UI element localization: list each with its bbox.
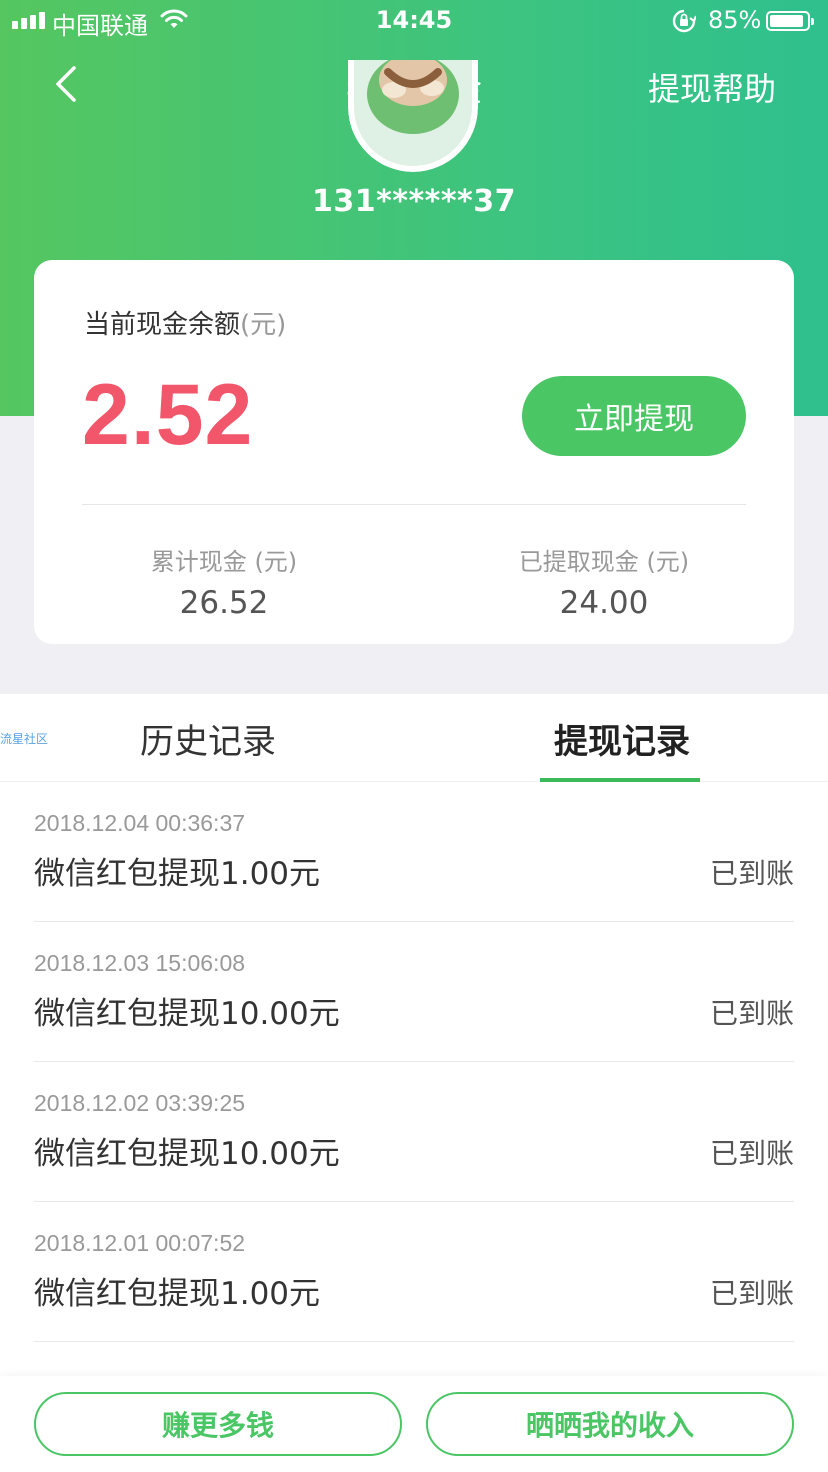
- withdraw-record-list[interactable]: 2018.12.04 00:36:37 微信红包提现1.00元 已到账 2018…: [0, 782, 828, 1382]
- status-bar: 中国联通 14:45 85%: [0, 0, 828, 42]
- total-cash-stat: 累计现金 (元) 26.52: [74, 542, 374, 621]
- list-item[interactable]: 2018.12.03 15:06:08 微信红包提现10.00元 已到账: [34, 922, 794, 1062]
- balance-card: 当前现金余额(元) 2.52 立即提现 累计现金 (元) 26.52 已提取现金…: [34, 260, 794, 644]
- earn-more-button[interactable]: 赚更多钱: [34, 1392, 402, 1456]
- record-title: 微信红包提现10.00元: [34, 1136, 340, 1172]
- withdrawn-cash-stat: 已提取现金 (元) 24.00: [454, 542, 754, 621]
- balance-label-text: 当前现金余额: [84, 310, 241, 340]
- record-status: 已到账: [709, 857, 794, 890]
- withdraw-help-link[interactable]: 提现帮助: [648, 64, 776, 110]
- watermark: 流星社区: [0, 732, 49, 746]
- withdrawn-cash-label: 已提取现金 (元): [518, 548, 690, 576]
- record-title: 微信红包提现1.00元: [34, 856, 321, 892]
- balance-unit: (元): [240, 310, 287, 340]
- record-date: 2018.12.02 03:39:25: [34, 1090, 246, 1116]
- status-time: 14:45: [375, 6, 453, 34]
- tab-history[interactable]: 历史记录: [140, 714, 276, 763]
- share-income-button[interactable]: 晒晒我的收入: [426, 1392, 794, 1456]
- list-item[interactable]: 2018.12.01 00:07:52 微信红包提现1.00元 已到账: [34, 1202, 794, 1342]
- total-cash-value: 26.52: [179, 585, 269, 621]
- rotation-lock-icon: [672, 9, 698, 37]
- battery-percent: 85%: [708, 6, 762, 34]
- record-status: 已到账: [709, 997, 794, 1030]
- list-item[interactable]: 2018.12.04 00:36:37 微信红包提现1.00元 已到账: [34, 782, 794, 922]
- tab-withdraw-records[interactable]: 提现记录: [554, 714, 690, 763]
- list-item[interactable]: 2018.12.02 03:39:25 微信红包提现10.00元 已到账: [34, 1062, 794, 1202]
- bottom-action-bar: 赚更多钱 晒晒我的收入: [0, 1376, 828, 1472]
- withdrawn-cash-value: 24.00: [559, 585, 649, 621]
- withdraw-now-button[interactable]: 立即提现: [522, 376, 746, 456]
- divider: [82, 504, 746, 505]
- record-date: 2018.12.03 15:06:08: [34, 950, 246, 976]
- record-date: 2018.12.04 00:36:37: [34, 810, 246, 836]
- balance-amount: 2.52: [82, 367, 254, 463]
- total-cash-label: 累计现金 (元): [150, 548, 298, 576]
- record-status: 已到账: [709, 1277, 794, 1310]
- record-status: 已到账: [709, 1137, 794, 1170]
- record-tabs: 流星社区 历史记录 提现记录: [0, 694, 828, 782]
- user-phone: 131******37: [311, 184, 516, 219]
- record-title: 微信红包提现1.00元: [34, 1276, 321, 1312]
- record-title: 微信红包提现10.00元: [34, 996, 340, 1032]
- record-date: 2018.12.01 00:07:52: [34, 1230, 246, 1256]
- balance-label: 当前现金余额(元): [84, 304, 286, 341]
- battery-icon: [766, 11, 814, 31]
